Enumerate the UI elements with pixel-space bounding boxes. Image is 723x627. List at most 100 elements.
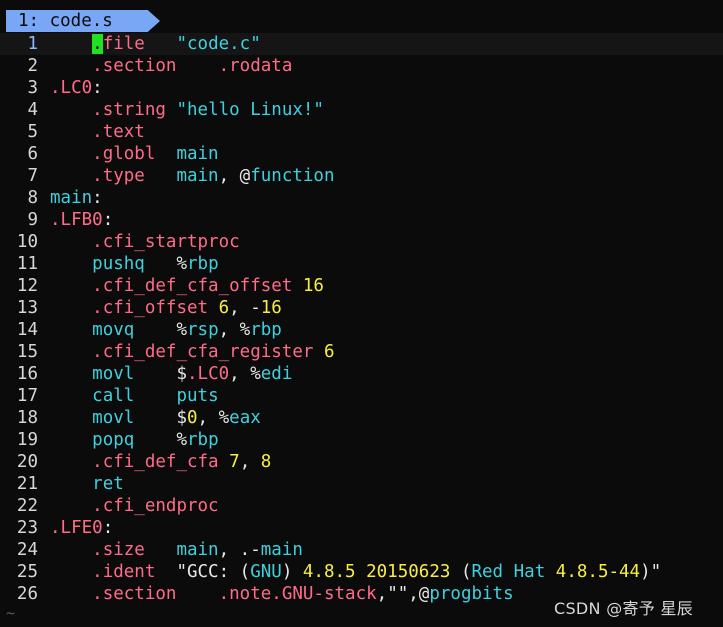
code-token: 8: [260, 452, 272, 472]
code-token: .cfi_offset: [92, 298, 209, 318]
code-line[interactable]: 18 movl $0, %eax: [0, 407, 723, 429]
code-line[interactable]: 23 .LFE0:: [0, 517, 723, 539]
code-token: eax: [229, 408, 261, 428]
code-token: 6: [218, 298, 230, 318]
text-cursor: .: [92, 34, 103, 54]
code-token: 0: [187, 408, 198, 428]
code-line[interactable]: 10 .cfi_startproc: [0, 231, 723, 253]
line-text: .size main, .-main: [38, 540, 303, 560]
line-number: 26: [16, 584, 38, 604]
line-number: 21: [16, 474, 38, 494]
code-line[interactable]: 1 .file "code.c": [0, 33, 723, 55]
code-line[interactable]: 5 .text: [0, 121, 723, 143]
code-token: .size: [92, 540, 145, 560]
code-token: Red Hat: [471, 562, 546, 582]
code-token: :: [92, 188, 103, 208]
code-token: $: [134, 408, 187, 428]
line-text: .LFE0:: [38, 518, 113, 538]
line-number: 6: [27, 144, 38, 164]
line-number: 13: [16, 298, 38, 318]
code-token: .rodata: [218, 56, 293, 76]
code-line[interactable]: 14 movq %rsp, %rbp: [0, 319, 723, 341]
code-line[interactable]: 9 .LFB0:: [0, 209, 723, 231]
code-line[interactable]: 7 .type main, @function: [0, 165, 723, 187]
code-token: movl: [92, 364, 135, 384]
code-line[interactable]: 8 main:: [0, 187, 723, 209]
line-number: 14: [16, 320, 38, 340]
code-token: rbp: [250, 320, 282, 340]
code-line[interactable]: 6 .globl main: [0, 143, 723, 165]
code-token: .LFB0: [50, 210, 103, 230]
line-text: pushq %rbp: [38, 254, 218, 274]
line-text: .text: [38, 122, 145, 142]
code-token: function: [250, 166, 335, 186]
line-text: .cfi_def_cfa_offset 16: [38, 276, 324, 296]
code-line[interactable]: 4 .string "hello Linux!": [0, 99, 723, 121]
code-token: progbits: [429, 584, 514, 604]
line-number: 20: [16, 452, 38, 472]
line-text: movq %rsp, %rbp: [38, 320, 282, 340]
code-line[interactable]: 3 .LC0:: [0, 77, 723, 99]
line-number: 7: [27, 166, 38, 186]
code-token: .cfi_endproc: [92, 496, 219, 516]
code-token: %: [134, 320, 187, 340]
code-token: call: [92, 386, 135, 406]
line-text: .section .rodata: [38, 56, 292, 76]
editor-buffer[interactable]: 1 .file "code.c" 2 .section .rodata 3 .LC0:…: [0, 33, 723, 605]
code-line[interactable]: 24 .size main, .-main: [0, 539, 723, 561]
code-line[interactable]: 21 ret: [0, 473, 723, 495]
code-line[interactable]: 16 movl $.LC0, %edi: [0, 363, 723, 385]
line-text: .cfi_startproc: [38, 232, 240, 252]
code-token: $: [134, 364, 187, 384]
code-token: movq: [92, 320, 135, 340]
code-line[interactable]: 20 .cfi_def_cfa 7, 8: [0, 451, 723, 473]
code-line[interactable]: 25 .ident "GCC: (GNU) 4.8.5 20150623 (Re…: [0, 561, 723, 583]
code-token: .cfi_startproc: [92, 232, 240, 252]
code-token: .cfi_def_cfa_offset: [92, 276, 293, 296]
code-line[interactable]: 22 .cfi_endproc: [0, 495, 723, 517]
line-number: 18: [16, 408, 38, 428]
code-token: , -: [229, 298, 261, 318]
line-text: ret: [38, 474, 124, 494]
code-token: 7: [229, 452, 240, 472]
code-line[interactable]: 15 .cfi_def_cfa_register 6: [0, 341, 723, 363]
line-text: .cfi_def_cfa_register 6: [38, 342, 334, 362]
code-token: rbp: [187, 430, 219, 450]
code-token: .ident: [92, 562, 156, 582]
code-line[interactable]: 19 popq %rbp: [0, 429, 723, 451]
line-text: movl $0, %eax: [38, 408, 261, 428]
code-line[interactable]: 2 .section .rodata: [0, 55, 723, 77]
code-line[interactable]: 11 pushq %rbp: [0, 253, 723, 275]
line-number: 25: [16, 562, 38, 582]
code-token: .section: [92, 56, 177, 76]
code-token: .cfi_def_cfa: [92, 452, 219, 472]
code-line[interactable]: 13 .cfi_offset 6, -16: [0, 297, 723, 319]
code-token: )": [640, 562, 662, 582]
code-token: , %: [197, 408, 230, 428]
code-line[interactable]: 12 .cfi_def_cfa_offset 16: [0, 275, 723, 297]
line-number: 11: [16, 254, 38, 274]
code-token: "GCC: (: [155, 562, 251, 582]
tab-code-s[interactable]: 1: code.s: [6, 10, 160, 32]
code-token: :: [102, 518, 114, 538]
code-token: "hello Linux!": [176, 100, 324, 120]
empty-line-marker: ~: [6, 604, 16, 622]
code-line[interactable]: 17 call puts: [0, 385, 723, 407]
code-token: .LC0: [187, 364, 230, 384]
line-number: 8: [27, 188, 38, 208]
